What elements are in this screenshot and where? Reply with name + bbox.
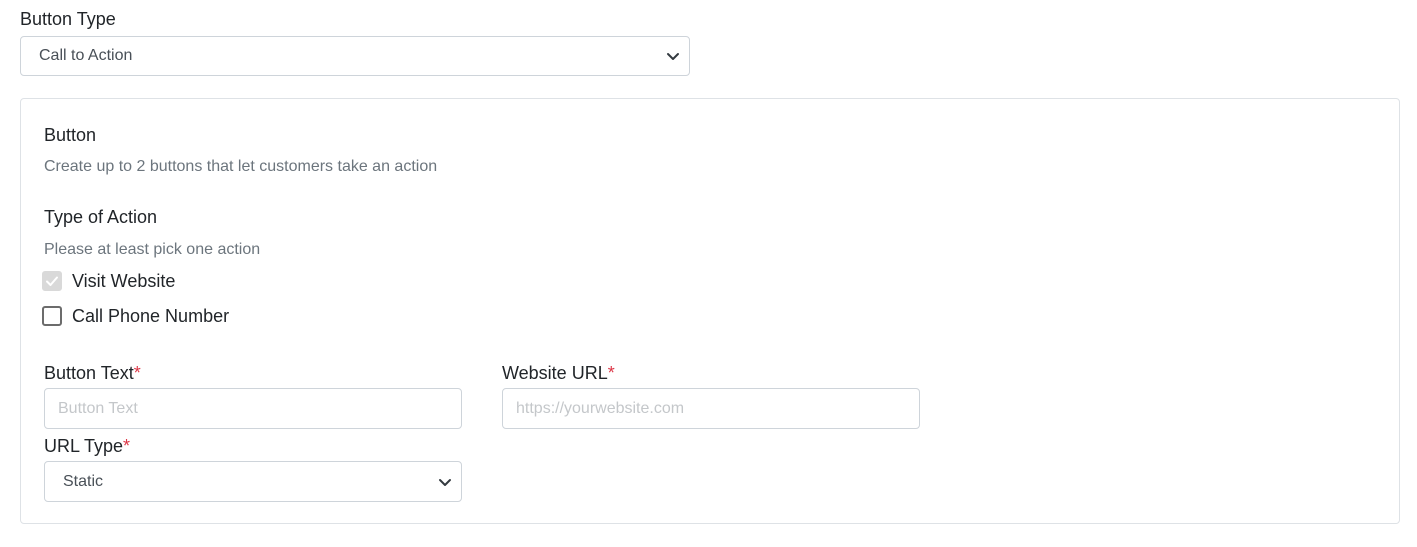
url-type-selected-value: Static [63, 472, 104, 490]
card-title: Button [44, 125, 97, 145]
url-type-label-text: URL Type [44, 436, 124, 456]
button-text-label-text: Button Text [44, 363, 134, 383]
check-icon [46, 276, 58, 286]
chevron-down-icon [667, 53, 679, 60]
chevron-down-icon [439, 478, 451, 486]
required-mark: * [607, 363, 615, 383]
required-mark: * [133, 363, 141, 383]
button-type-selected-value: Call to Action [39, 47, 133, 64]
website-url-label: Website URL* [502, 362, 615, 384]
type-of-action-hint: Please at least pick one action [44, 241, 261, 258]
visit-website-checkbox [42, 271, 62, 291]
website-url-input[interactable] [502, 388, 920, 429]
call-phone-number-label[interactable]: Call Phone Number [72, 306, 229, 327]
url-type-select[interactable]: Static [44, 461, 462, 502]
required-mark: * [123, 436, 131, 456]
call-phone-number-option[interactable]: Call Phone Number [42, 304, 229, 328]
card-description: Create up to 2 buttons that let customer… [44, 158, 438, 175]
type-of-action-label: Type of Action [44, 207, 158, 227]
visit-website-label: Visit Website [72, 270, 176, 291]
button-type-label: Button Type [20, 9, 116, 29]
button-type-select[interactable]: Call to Action [20, 36, 690, 76]
button-text-label: Button Text* [44, 362, 141, 384]
website-url-label-text: Website URL [502, 363, 608, 383]
button-settings-card: Button Create up to 2 buttons that let c… [20, 98, 1400, 524]
button-text-input[interactable] [44, 388, 462, 429]
url-type-label: URL Type* [44, 435, 130, 457]
call-phone-number-checkbox[interactable] [42, 306, 62, 326]
visit-website-option: Visit Website [42, 269, 175, 293]
page: Button Type Call to Action Button Create… [0, 0, 1417, 547]
